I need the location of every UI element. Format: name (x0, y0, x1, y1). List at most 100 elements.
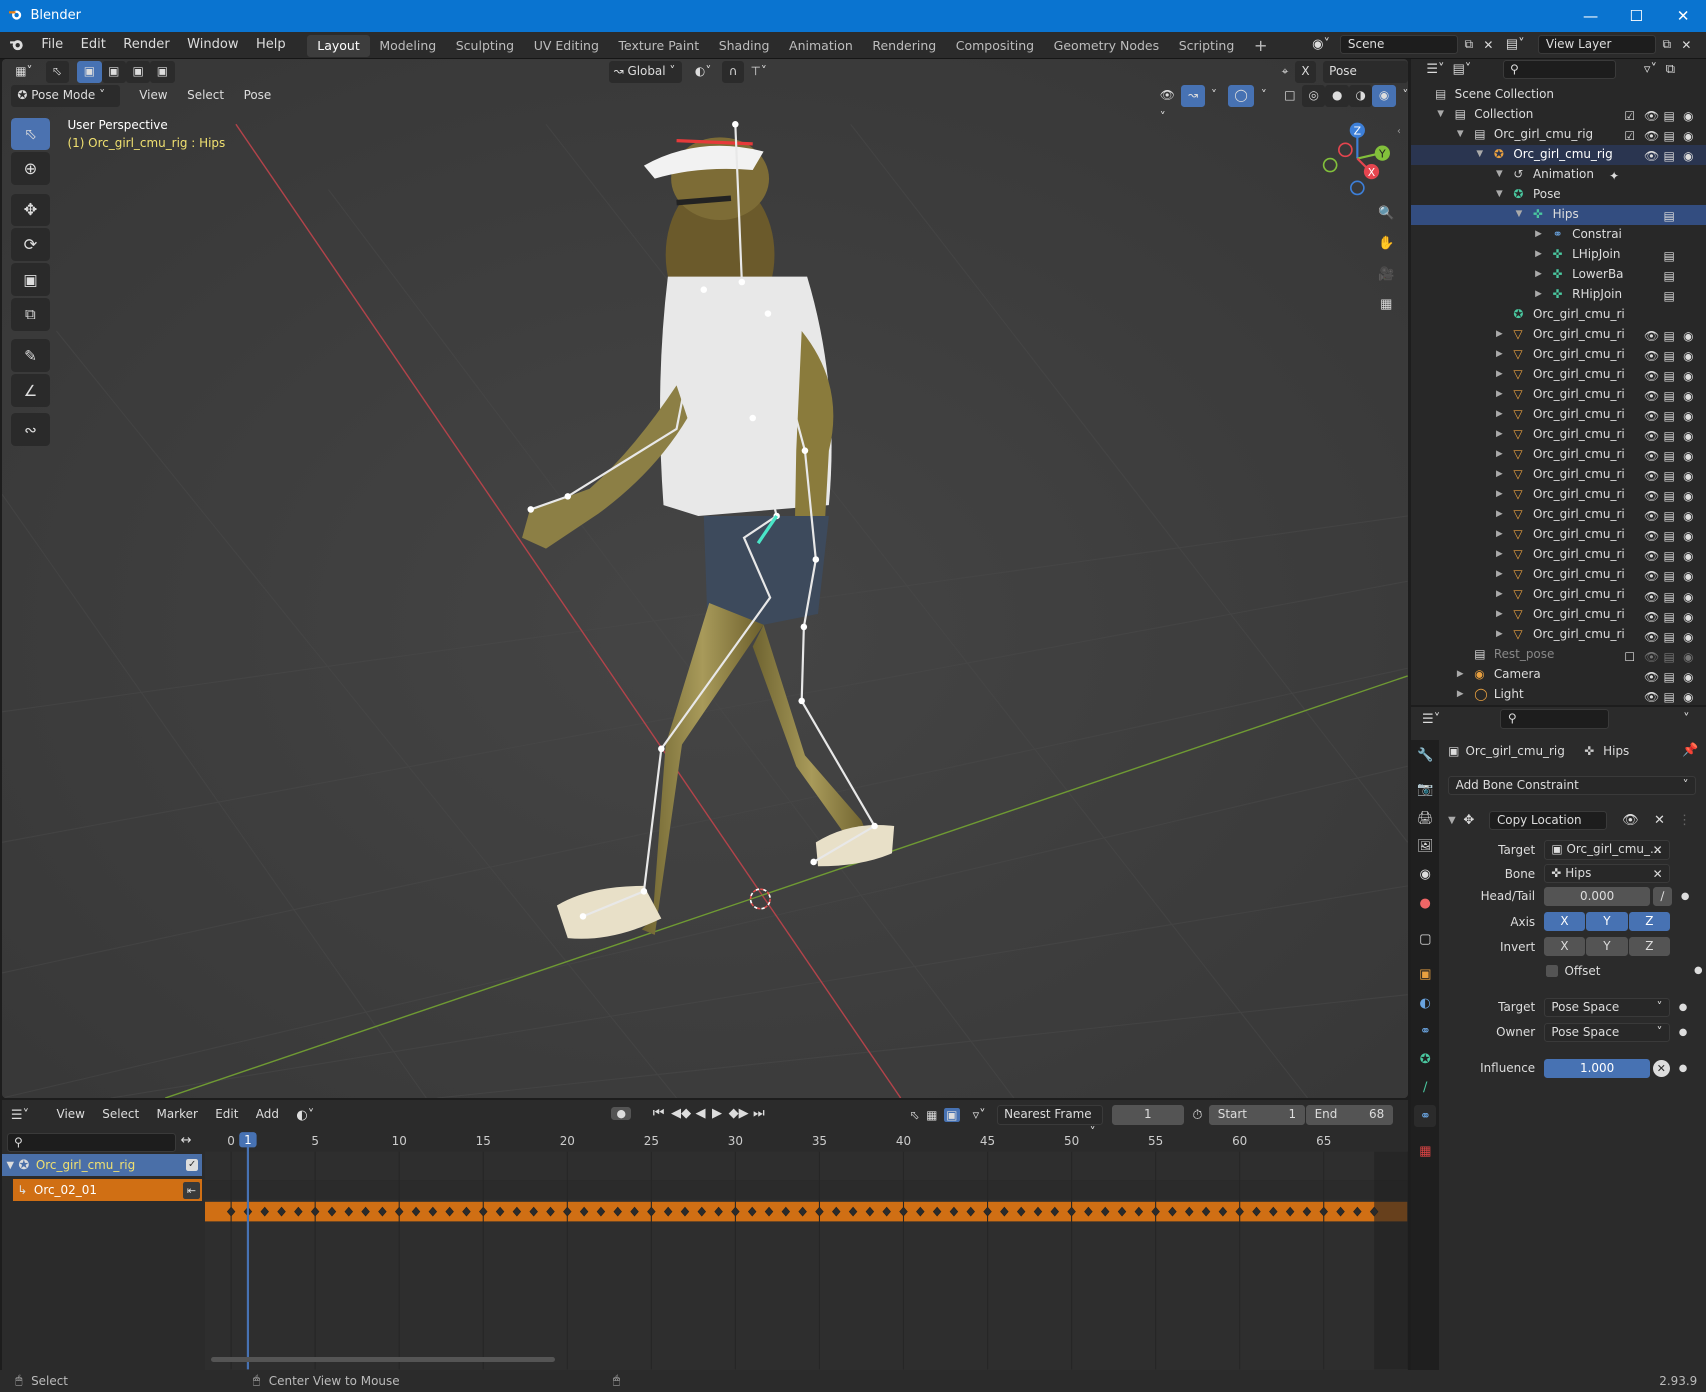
outliner-row[interactable]: ▼ ✪ Pose (1411, 185, 1706, 205)
drag-handle-icon[interactable]: ⋮ (1678, 813, 1691, 828)
viewport-monitor-icon[interactable]: ▤ (1664, 207, 1675, 227)
viewport-monitor-icon[interactable]: ▤ (1664, 147, 1675, 167)
expand-toggle-icon[interactable]: ▶ (1496, 365, 1503, 385)
gizmo-dropdown-icon[interactable]: ˅ (1205, 85, 1224, 107)
overlay-dropdown-icon[interactable]: ˅ (1254, 85, 1273, 107)
invert-y-toggle[interactable]: Y (1586, 936, 1628, 957)
viewport-monitor-icon[interactable]: ▤ (1664, 247, 1675, 267)
menu-file[interactable]: File (33, 31, 72, 58)
workspace-tab-animation[interactable]: Animation (779, 35, 862, 57)
pivot-icon[interactable]: ◐˅ (688, 61, 717, 83)
menu-render[interactable]: Render (115, 31, 179, 58)
swap-icon[interactable]: ↔ (181, 1133, 192, 1148)
ortho-toggle-icon[interactable]: ▦ (1373, 292, 1399, 318)
menu-window[interactable]: Window (178, 31, 247, 58)
select-mode-subtract-icon[interactable]: ▣ (125, 60, 151, 83)
visibility-eye-icon[interactable]: 👁 (1644, 648, 1659, 668)
viewport-menu-pose[interactable]: Pose (237, 85, 278, 107)
visibility-eye-icon[interactable]: 👁 (1644, 467, 1659, 487)
keying-icon[interactable]: ◐˅ (296, 1108, 314, 1123)
render-camera-icon[interactable]: ◉ (1683, 387, 1693, 407)
outliner-row[interactable]: ▶ ▽ Orc_girl_cmu_ri 👁 ▤ ◉ (1411, 505, 1706, 525)
constraint-visibility-icon[interactable]: 👁 (1622, 813, 1639, 828)
overlay-toggle-icon[interactable]: ◯ (1227, 84, 1255, 107)
visibility-eye-icon[interactable]: 👁 (1644, 367, 1659, 387)
offset-checkbox[interactable] (1546, 964, 1558, 977)
render-camera-icon[interactable]: ◉ (1683, 427, 1693, 447)
expand-toggle-icon[interactable]: ▶ (1496, 325, 1503, 345)
play-icon[interactable]: ▶ (712, 1106, 722, 1121)
keyframe-dot-icon[interactable]: ● (1694, 965, 1703, 976)
axis-z-toggle[interactable]: Z (1628, 911, 1671, 932)
render-camera-icon[interactable]: ◉ (1683, 487, 1693, 507)
end-frame-field[interactable]: End 68 (1305, 1105, 1393, 1125)
viewport-monitor-icon[interactable]: ▤ (1664, 287, 1675, 307)
workspace-tab-texture-paint[interactable]: Texture Paint (609, 35, 709, 57)
view-layer-tab-icon[interactable]: 🖼 (1414, 836, 1436, 858)
viewport-monitor-icon[interactable]: ▤ (1664, 527, 1675, 547)
render-camera-icon[interactable]: ◉ (1683, 507, 1693, 527)
channel-action-row[interactable]: ↳ Orc_02_01 ⇤ (13, 1179, 203, 1202)
tweak-tool-icon[interactable]: ⬁ (10, 117, 51, 151)
render-camera-icon[interactable]: ◉ (1683, 608, 1693, 628)
expand-toggle-icon[interactable]: ▶ (1496, 425, 1503, 445)
expand-toggle-icon[interactable]: ▶ (1496, 405, 1503, 425)
owner-space-dropdown[interactable]: Pose Space ˅ (1543, 1022, 1671, 1043)
visibility-eye-icon[interactable]: 👁 (1644, 547, 1659, 567)
expand-toggle-icon[interactable]: ▶ (1496, 585, 1503, 605)
maximize-icon[interactable]: ☐ (1614, 0, 1660, 32)
outliner-row[interactable]: ▶ ▽ Orc_girl_cmu_ri 👁 ▤ ◉ (1411, 465, 1706, 485)
filter-icon[interactable]: ▿˅ (973, 1108, 986, 1123)
scene-field[interactable]: Scene (1340, 34, 1458, 55)
select-mode-intersect-icon[interactable]: ▣ (150, 60, 175, 83)
render-camera-icon[interactable]: ◉ (1683, 127, 1693, 147)
viewport-monitor-icon[interactable]: ▤ (1664, 507, 1675, 527)
viewport-monitor-icon[interactable]: ▤ (1664, 588, 1675, 608)
expand-toggle-icon[interactable]: ▶ (1535, 245, 1542, 265)
viewport-monitor-icon[interactable]: ▤ (1664, 688, 1675, 708)
exclude-checkbox[interactable]: ☑ (1624, 127, 1635, 147)
add-bone-constraint-dropdown[interactable]: Add Bone Constraint ˅ (1448, 775, 1697, 796)
visibility-eye-icon[interactable]: 👁 (1644, 107, 1659, 127)
viewport-monitor-icon[interactable]: ▤ (1664, 567, 1675, 587)
outliner-row[interactable]: ▼ ▤ Collection ☑ 👁 ▤ ◉ (1411, 105, 1706, 125)
outliner-row[interactable]: ▤ Scene Collection (1411, 85, 1706, 105)
scene-selector[interactable]: ◉˅ Scene ⧉ ✕ (1312, 34, 1497, 55)
pan-hand-icon[interactable]: ✋ (1373, 231, 1399, 257)
outliner-row[interactable]: ▶ ◯ Light 👁 ▤ ◉ (1411, 685, 1706, 705)
render-camera-icon[interactable]: ◉ (1683, 147, 1693, 167)
object-tab-icon[interactable]: ▣ (1414, 964, 1436, 986)
expand-toggle-icon[interactable]: ▶ (1496, 505, 1503, 525)
visibility-eye-icon[interactable]: 👁 (1644, 407, 1659, 427)
transform-tool-icon[interactable]: ⧉ (10, 298, 51, 331)
stopwatch-icon[interactable]: ⏱ (1192, 1108, 1202, 1123)
shading-solid-icon[interactable]: ● (1325, 84, 1349, 107)
render-camera-icon[interactable]: ◉ (1683, 527, 1693, 547)
record-icon[interactable]: ● (611, 1107, 632, 1121)
viewport-monitor-icon[interactable]: ▤ (1664, 427, 1675, 447)
delete-constraint-icon[interactable]: ✕ (1654, 813, 1665, 828)
viewport-monitor-icon[interactable]: ▤ (1664, 668, 1675, 688)
clear-bone-icon[interactable]: ✕ (1653, 867, 1663, 881)
expand-toggle-icon[interactable]: ▼ (1457, 125, 1464, 145)
shading-dropdown-icon[interactable]: ˅ (1396, 85, 1407, 107)
keyframe-dot-icon[interactable]: ● (1679, 1002, 1688, 1013)
editor-type-icon[interactable]: ▦˅ (9, 61, 39, 83)
render-camera-icon[interactable]: ◉ (1683, 547, 1693, 567)
workspace-tab-uv-editing[interactable]: UV Editing (524, 35, 609, 57)
outliner-row[interactable]: ▶ ⚭ Constrai (1411, 225, 1706, 245)
menu-help[interactable]: Help (247, 31, 294, 58)
viewport-monitor-icon[interactable]: ▤ (1664, 407, 1675, 427)
render-camera-icon[interactable]: ◉ (1683, 648, 1693, 668)
expand-toggle-icon[interactable]: ▶ (1496, 485, 1503, 505)
render-camera-icon[interactable]: ◉ (1683, 688, 1693, 708)
prev-keyframe-icon[interactable]: ◀◆ (671, 1106, 691, 1121)
play-reverse-icon[interactable]: ◀ (695, 1106, 705, 1121)
expand-toggle-icon[interactable]: ▶ (1496, 445, 1503, 465)
viewport-monitor-icon[interactable]: ▤ (1664, 387, 1675, 407)
shading-material-icon[interactable]: ◑ (1348, 84, 1373, 107)
invert-x-toggle[interactable]: X (1543, 936, 1586, 957)
3d-viewport[interactable]: ▦˅ ⬁ ▣ ▣ ▣ ▣ ↝ Global ˅ ◐˅ ∩ ⊤˅ ⌖ X Pose… (2, 58, 1408, 1098)
snap-icon[interactable]: ∩ (722, 60, 744, 83)
expand-toggle-icon[interactable]: ▼ (1516, 205, 1523, 225)
